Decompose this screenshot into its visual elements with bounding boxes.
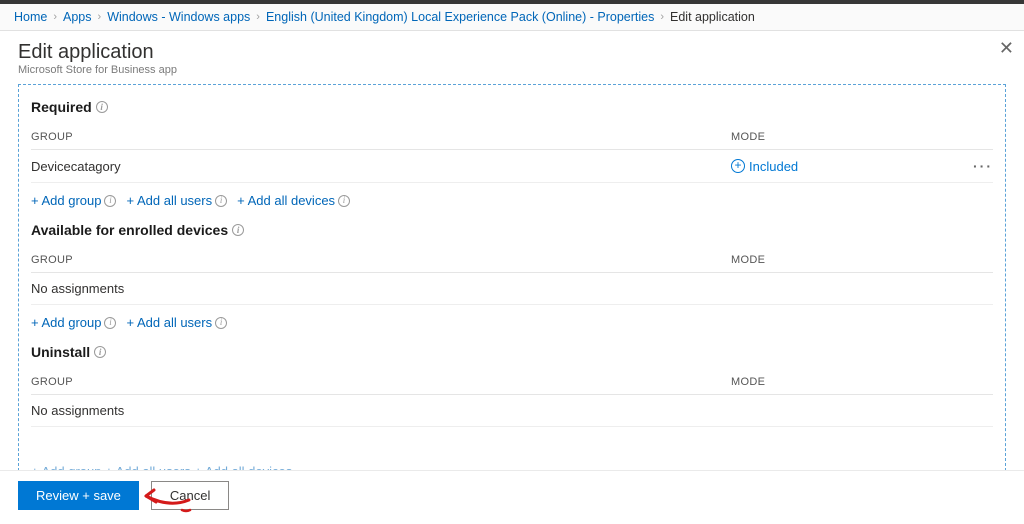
table-row: No assignments: [31, 395, 993, 427]
breadcrumb-current: Edit application: [670, 10, 755, 24]
info-icon[interactable]: [215, 317, 227, 329]
info-icon[interactable]: [96, 101, 108, 113]
info-icon[interactable]: [338, 195, 350, 207]
add-all-devices-link[interactable]: + Add all devices: [237, 193, 350, 208]
page-subtitle: Microsoft Store for Business app: [18, 64, 1006, 76]
chevron-right-icon: ›: [53, 11, 57, 23]
col-mode-header: MODE: [731, 131, 953, 143]
section-available-title: Available for enrolled devices: [31, 222, 993, 238]
breadcrumb-app-properties[interactable]: English (United Kingdom) Local Experienc…: [266, 10, 654, 24]
table-header: GROUP MODE: [31, 248, 993, 273]
chevron-right-icon: ›: [660, 11, 664, 23]
section-uninstall-title: Uninstall: [31, 344, 993, 360]
table-row: Devicecatagory Included ···: [31, 150, 993, 183]
table-header: GROUP MODE: [31, 370, 993, 395]
uninstall-table: GROUP MODE No assignments: [31, 370, 993, 427]
chevron-right-icon: ›: [98, 11, 102, 23]
assignments-scroll-area: Required GROUP MODE Devicecatagory Inclu…: [18, 84, 1006, 476]
no-assignments: No assignments: [31, 281, 731, 296]
available-label: Available for enrolled devices: [31, 222, 228, 238]
review-save-button[interactable]: Review + save: [18, 481, 139, 510]
required-table: GROUP MODE Devicecatagory Included ···: [31, 125, 993, 183]
chevron-right-icon: ›: [256, 11, 260, 23]
breadcrumb-home[interactable]: Home: [14, 10, 47, 24]
breadcrumb-apps[interactable]: Apps: [63, 10, 92, 24]
add-group-link[interactable]: + Add group: [31, 315, 116, 330]
info-icon[interactable]: [104, 195, 116, 207]
info-icon[interactable]: [94, 346, 106, 358]
col-mode-header: MODE: [731, 376, 953, 388]
close-button[interactable]: ✕: [999, 39, 1014, 57]
col-mode-header: MODE: [731, 254, 953, 266]
row-overflow-menu[interactable]: ···: [973, 158, 993, 174]
mode-dropdown[interactable]: Included: [731, 159, 798, 174]
breadcrumb: Home › Apps › Windows - Windows apps › E…: [0, 4, 1024, 31]
available-actions: + Add group + Add all users: [31, 315, 993, 330]
breadcrumb-windows-apps[interactable]: Windows - Windows apps: [107, 10, 250, 24]
required-actions: + Add group + Add all users + Add all de…: [31, 193, 993, 208]
info-icon[interactable]: [232, 224, 244, 236]
info-icon[interactable]: [215, 195, 227, 207]
add-all-users-link[interactable]: + Add all users: [126, 193, 227, 208]
col-group-header: GROUP: [31, 254, 731, 266]
uninstall-label: Uninstall: [31, 344, 90, 360]
mode-label: Included: [749, 159, 798, 174]
panel-header: Edit application Microsoft Store for Bus…: [0, 31, 1024, 82]
available-table: GROUP MODE No assignments: [31, 248, 993, 305]
section-required-title: Required: [31, 99, 993, 115]
add-all-users-link[interactable]: + Add all users: [126, 315, 227, 330]
col-group-header: GROUP: [31, 131, 731, 143]
page-title: Edit application: [18, 41, 1006, 64]
assignment-group-name: Devicecatagory: [31, 159, 731, 174]
footer: Review + save Cancel: [0, 470, 1024, 524]
table-header: GROUP MODE: [31, 125, 993, 150]
col-group-header: GROUP: [31, 376, 731, 388]
info-icon[interactable]: [104, 317, 116, 329]
add-group-link[interactable]: + Add group: [31, 193, 116, 208]
no-assignments: No assignments: [31, 403, 731, 418]
required-label: Required: [31, 99, 92, 115]
cancel-button[interactable]: Cancel: [151, 481, 229, 510]
table-row: No assignments: [31, 273, 993, 305]
included-icon: [731, 159, 745, 173]
